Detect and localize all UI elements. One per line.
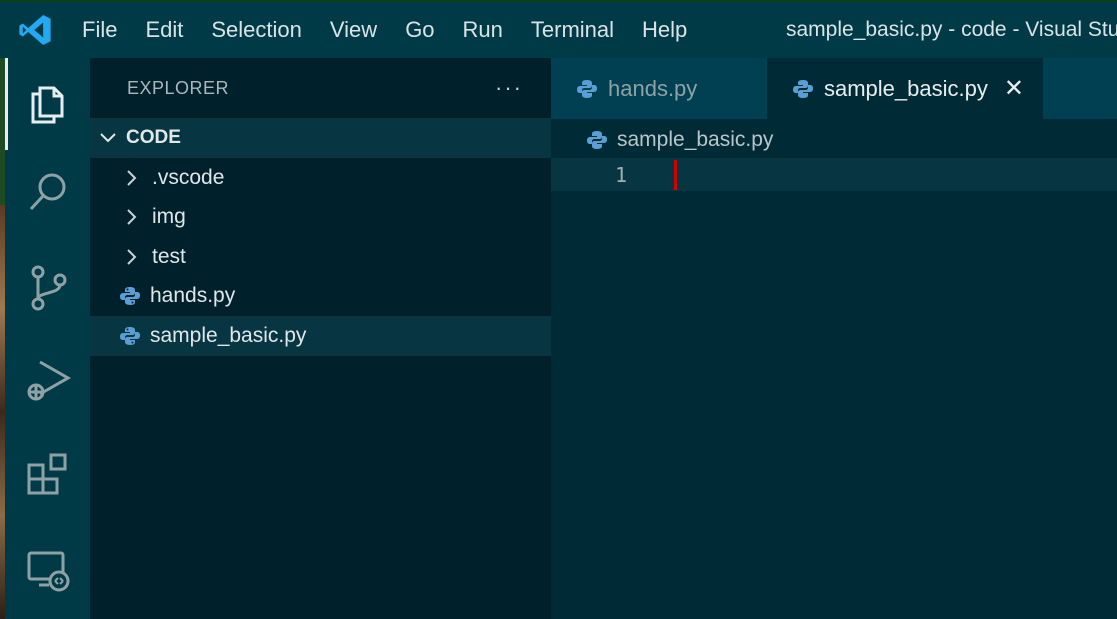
tree-item-label: .vscode — [152, 165, 225, 189]
python-file-icon — [587, 130, 607, 150]
tree-item-hands-py[interactable]: hands.py — [90, 277, 551, 317]
files-icon[interactable] — [5, 58, 90, 150]
python-file-icon — [118, 286, 142, 306]
sidebar-header: EXPLORER ··· — [90, 58, 551, 118]
menu-bar: File Edit Selection View Go Run Terminal… — [70, 2, 701, 58]
tree-item-sample-basic-py[interactable]: sample_basic.py — [90, 316, 551, 356]
python-file-icon — [793, 79, 813, 99]
text-cursor — [674, 160, 677, 190]
source-control-icon[interactable] — [5, 242, 90, 334]
extensions-icon[interactable] — [5, 428, 90, 520]
menu-file[interactable]: File — [70, 2, 131, 58]
run-debug-icon[interactable] — [5, 334, 90, 426]
title-bar: File Edit Selection View Go Run Terminal… — [0, 0, 1117, 58]
activity-bar — [5, 58, 90, 619]
chevron-down-icon — [90, 132, 126, 144]
editor-area: hands.py sample_basic.py ✕ sample_basic.… — [551, 58, 1117, 619]
current-line[interactable]: 1 — [551, 158, 1117, 191]
tree-item-vscode[interactable]: .vscode — [90, 158, 551, 198]
menu-selection[interactable]: Selection — [197, 2, 316, 58]
menu-edit[interactable]: Edit — [131, 2, 197, 58]
search-icon[interactable] — [5, 146, 90, 238]
tab-label: hands.py — [608, 75, 698, 101]
python-file-icon — [577, 79, 597, 99]
menu-view[interactable]: View — [316, 2, 391, 58]
line-number: 1 — [614, 162, 627, 187]
breadcrumb-file[interactable]: sample_basic.py — [617, 128, 773, 152]
remote-explorer-icon[interactable] — [5, 524, 90, 616]
sidebar-title: EXPLORER — [127, 77, 230, 98]
menu-go[interactable]: Go — [391, 2, 448, 58]
tree-item-test[interactable]: test — [90, 237, 551, 277]
python-file-icon — [118, 326, 142, 346]
tree-item-label: hands.py — [150, 284, 236, 308]
tab-hands-py[interactable]: hands.py — [551, 58, 767, 119]
menu-terminal[interactable]: Terminal — [517, 2, 628, 58]
menu-help[interactable]: Help — [628, 2, 701, 58]
vscode-logo-icon — [0, 2, 70, 58]
section-title: CODE — [126, 127, 181, 148]
folder-section-header[interactable]: CODE — [90, 118, 551, 158]
tab-bar: hands.py sample_basic.py ✕ — [551, 58, 1117, 119]
more-actions-button[interactable]: ··· — [495, 75, 523, 101]
tree-item-label: img — [152, 205, 186, 229]
explorer-sidebar: EXPLORER ··· CODE .vscode img test hands… — [90, 58, 551, 619]
breadcrumb: sample_basic.py — [551, 119, 1117, 161]
window-title: sample_basic.py - code - Visual Stu — [786, 18, 1117, 41]
tab-label: sample_basic.py — [824, 75, 988, 101]
chevron-right-icon — [120, 208, 144, 226]
close-icon[interactable]: ✕ — [1004, 74, 1024, 103]
tab-bar-empty — [1043, 58, 1117, 119]
tree-item-label: sample_basic.py — [150, 323, 307, 347]
tab-sample-basic-py[interactable]: sample_basic.py ✕ — [767, 58, 1043, 119]
chevron-right-icon — [120, 248, 144, 266]
menu-run[interactable]: Run — [449, 2, 517, 58]
tree-item-img[interactable]: img — [90, 198, 551, 238]
tree-item-label: test — [152, 244, 186, 268]
chevron-right-icon — [120, 169, 144, 187]
